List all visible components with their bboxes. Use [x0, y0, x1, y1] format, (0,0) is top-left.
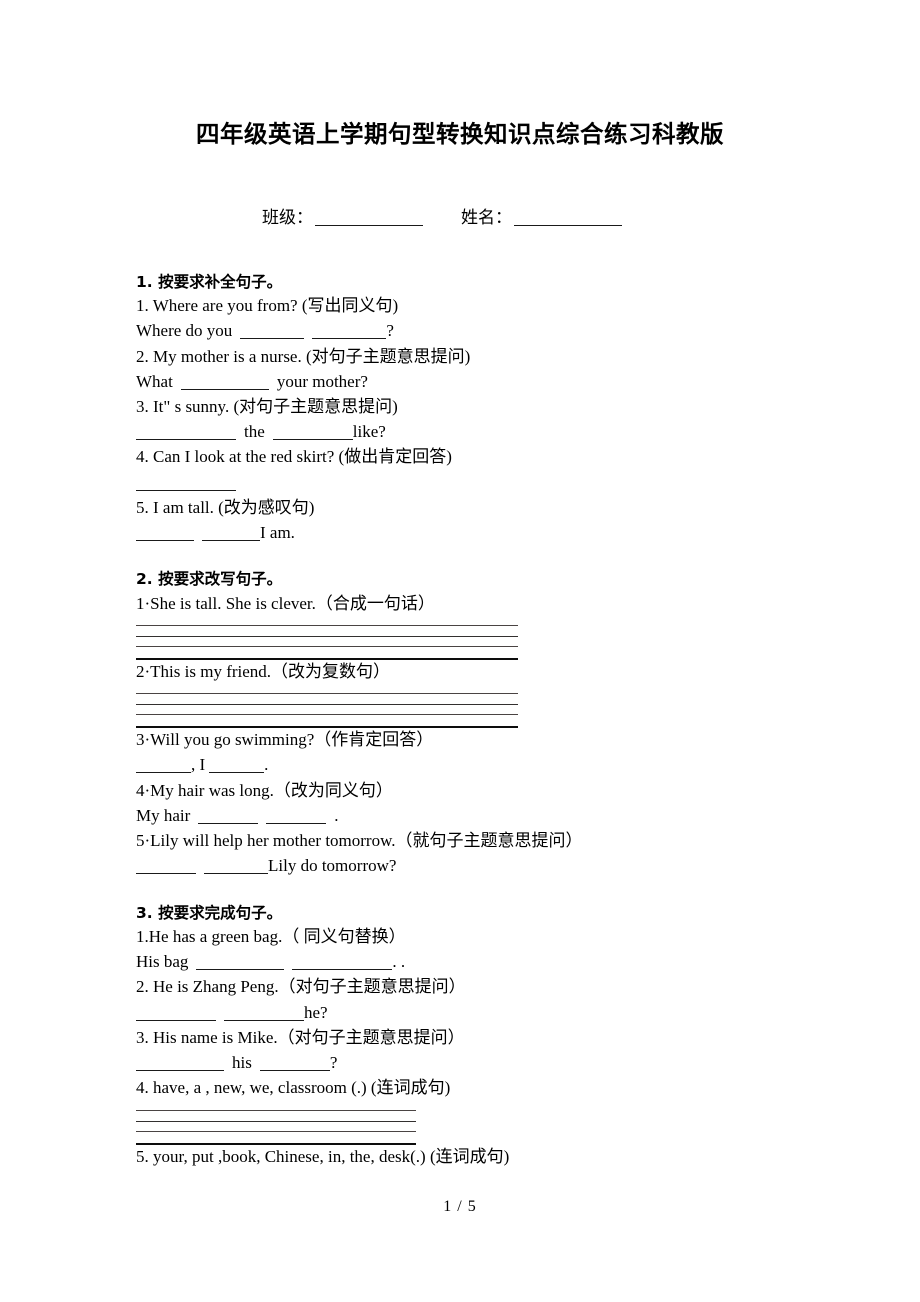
section-1-item-1-answer: Where do you? [136, 318, 880, 344]
worksheet-body: 1. 按要求补全句子。 1. Where are you from? (写出同义… [0, 271, 920, 1169]
fill-blank[interactable] [136, 873, 196, 875]
section-2-item-3-prompt: 3·Will you go swimming?（作肯定回答） [136, 730, 434, 750]
name-input-blank[interactable] [514, 225, 622, 227]
section-1-heading: 1. 按要求补全句子。 [136, 272, 283, 291]
section-2-item-2-answer-lines[interactable] [136, 684, 518, 729]
student-info-row: 班级： 姓名： [0, 208, 920, 228]
answer-prefix: What [136, 371, 173, 391]
answer-prefix: My hair [136, 805, 191, 825]
answer-suffix: I am. [260, 523, 295, 543]
section-2-item-4-answer: My hair. [136, 803, 880, 829]
section-2-item-5-answer: Lily do tomorrow? [136, 853, 880, 879]
fill-blank[interactable] [136, 1070, 224, 1072]
fill-blank[interactable] [136, 772, 191, 774]
fill-blank[interactable] [292, 969, 393, 971]
fill-blank[interactable] [136, 489, 236, 491]
section-3-item-2-prompt: 2. He is Zhang Peng.（对句子主题意思提问） [136, 977, 466, 997]
fill-blank[interactable] [204, 873, 268, 875]
answer-prefix: His bag [136, 952, 189, 972]
fill-blank[interactable] [312, 338, 387, 340]
page-title: 四年级英语上学期句型转换知识点综合练习科教版 [196, 120, 724, 148]
fill-blank[interactable] [202, 540, 260, 542]
class-label: 班级： [262, 208, 313, 228]
fill-blank[interactable] [266, 822, 327, 824]
section-3-item-3-answer: his? [136, 1050, 880, 1076]
section-3-item-1-prompt: 1.He has a green bag.（ 同义句替换） [136, 926, 406, 946]
answer-suffix: . . [392, 952, 406, 972]
section-3-item-4-prompt: 4. have, a , new, we, classroom (.) (连词成… [136, 1078, 451, 1098]
section-1-item-5-prompt: 5. I am tall. (改为感叹句) [136, 497, 315, 517]
answer-suffix: Lily do tomorrow? [268, 856, 397, 876]
section-3-heading: 3. 按要求完成句子。 [136, 903, 283, 922]
answer-sep: , I [191, 755, 206, 775]
fill-blank[interactable] [209, 772, 265, 774]
class-input-blank[interactable] [315, 225, 423, 227]
worksheet-page: 四年级英语上学期句型转换知识点综合练习科教版 班级： 姓名： 1. 按要求补全句子… [0, 0, 920, 1302]
fill-blank[interactable] [240, 338, 305, 340]
section-1-item-4-prompt: 4. Can I look at the red skirt? (做出肯定回答) [136, 447, 452, 467]
fill-blank[interactable] [136, 439, 236, 441]
answer-suffix: ? [329, 1053, 338, 1073]
answer-suffix: your mother? [276, 371, 368, 391]
answer-suffix: like? [352, 422, 386, 442]
fill-blank[interactable] [224, 1019, 304, 1021]
section-1-item-2-prompt: 2. My mother is a nurse. (对句子主题意思提问) [136, 346, 471, 366]
section-3-item-2-answer: he? [136, 1000, 880, 1026]
page-number: 1 / 5 [443, 1198, 477, 1215]
fill-blank[interactable] [136, 1019, 216, 1021]
fill-blank[interactable] [196, 969, 285, 971]
section-3-item-3-prompt: 3. His name is Mike.（对句子主题意思提问） [136, 1027, 465, 1047]
section-2-item-2-prompt: 2·This is my friend.（改为复数句） [136, 661, 391, 681]
answer-mid: the [244, 422, 265, 442]
name-label: 姓名： [461, 208, 512, 228]
section-2: 2. 按要求改写句子。 1·She is tall. She is clever… [136, 568, 880, 879]
answer-suffix: . [264, 755, 269, 775]
section-3: 3. 按要求完成句子。 1.He has a green bag.（ 同义句替换… [136, 902, 880, 1169]
answer-suffix: ? [386, 321, 394, 341]
section-1: 1. 按要求补全句子。 1. Where are you from? (写出同义… [136, 271, 880, 547]
section-3-item-4-answer-lines[interactable] [136, 1101, 416, 1145]
section-2-item-5-prompt: 5·Lily will help her mother tomorrow.（就句… [136, 831, 583, 851]
section-1-item-4-answer [136, 470, 880, 496]
answer-suffix: . [334, 805, 339, 825]
section-1-item-5-answer: I am. [136, 520, 880, 546]
section-1-item-3-prompt: 3. It" s sunny. (对句子主题意思提问) [136, 396, 398, 416]
section-2-item-3-answer: , I. [136, 752, 880, 778]
section-2-heading: 2. 按要求改写句子。 [136, 570, 283, 589]
section-1-item-1-prompt: 1. Where are you from? (写出同义句) [136, 296, 399, 316]
section-1-item-2-answer: What your mother? [136, 369, 880, 395]
section-2-item-4-prompt: 4·My hair was long.（改为同义句） [136, 780, 393, 800]
fill-blank[interactable] [180, 388, 269, 390]
section-2-item-1-prompt: 1·She is tall. She is clever.（合成一句话） [136, 593, 435, 613]
fill-blank[interactable] [136, 540, 194, 542]
fill-blank[interactable] [272, 439, 353, 441]
section-2-item-1-answer-lines[interactable] [136, 616, 518, 660]
fill-blank[interactable] [198, 822, 259, 824]
answer-suffix: he? [304, 1002, 328, 1022]
section-1-item-3-answer: the like? [136, 419, 880, 445]
section-3-item-1-answer: His bag . . [136, 949, 880, 975]
section-3-item-5-prompt: 5. your, put ,book, Chinese, in, the, de… [136, 1146, 510, 1166]
answer-prefix: Where do you [136, 321, 233, 341]
fill-blank[interactable] [259, 1070, 330, 1072]
answer-mid: his [232, 1053, 252, 1073]
